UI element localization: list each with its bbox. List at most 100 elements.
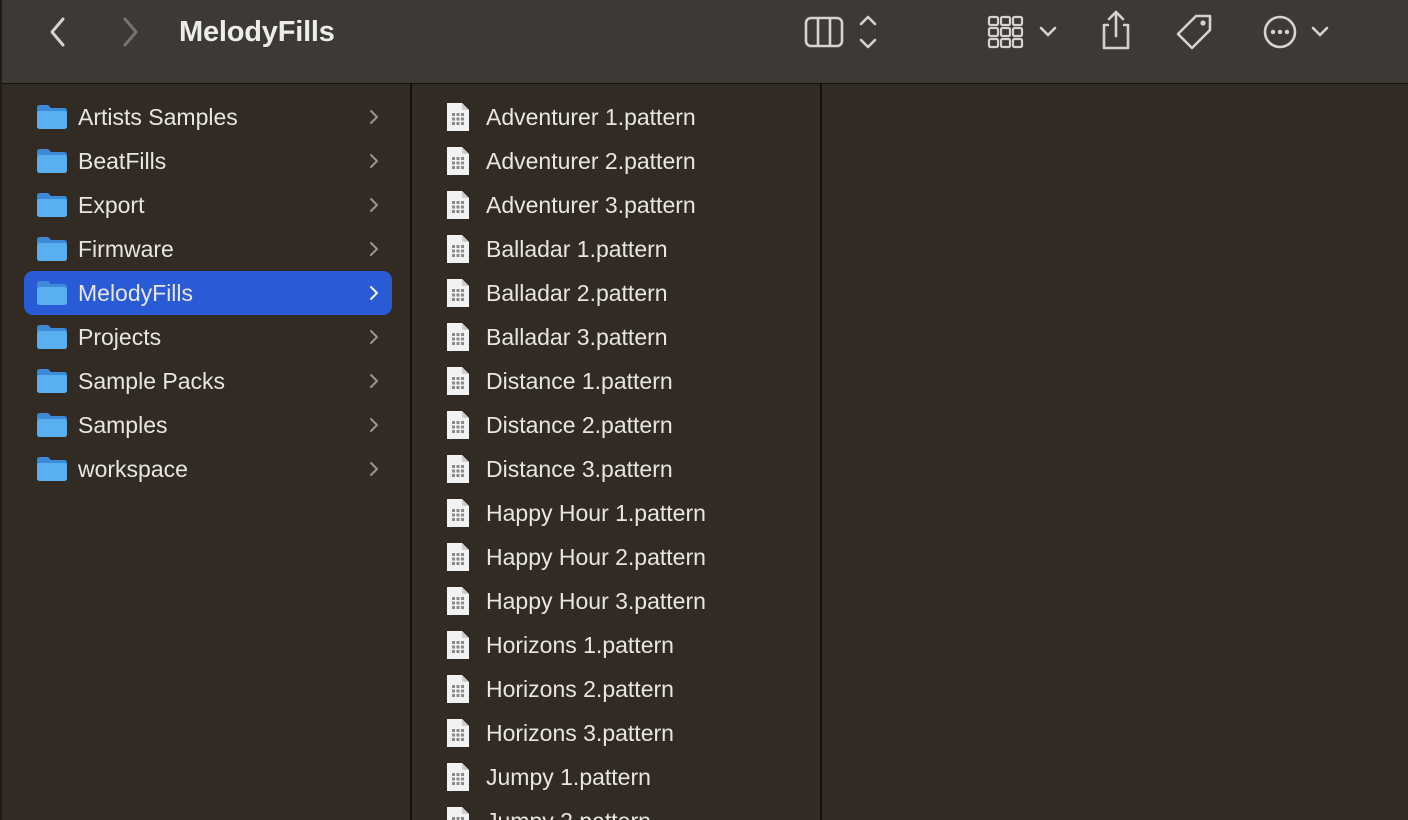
file-row[interactable]: Distance 2.pattern	[446, 403, 820, 447]
pattern-file-icon	[447, 323, 469, 351]
folder-row-beatfills[interactable]: BeatFills	[24, 139, 392, 183]
share-icon	[1102, 10, 1130, 50]
folder-label: Artists Samples	[78, 103, 238, 130]
finder-window: MelodyFills Artists Samples BeatFills Ex…	[0, 0, 1408, 820]
pattern-file-icon	[447, 807, 469, 820]
folder-row-export[interactable]: Export	[24, 183, 392, 227]
folder-icon	[37, 457, 67, 481]
folder-label: Export	[78, 191, 145, 218]
group-button[interactable]	[984, 12, 1060, 52]
back-button[interactable]	[42, 14, 74, 50]
file-label: Horizons 3.pattern	[486, 719, 674, 746]
share-button[interactable]	[1096, 8, 1136, 52]
file-label: Happy Hour 3.pattern	[486, 587, 706, 614]
column-view-icon	[804, 15, 877, 49]
chevron-right-icon	[370, 154, 378, 168]
chevron-right-icon	[370, 286, 378, 300]
file-row[interactable]: Happy Hour 2.pattern	[446, 535, 820, 579]
file-row[interactable]: Jumpy 2.pattern	[446, 799, 820, 820]
pattern-file-icon	[447, 587, 469, 615]
file-label: Jumpy 2.pattern	[486, 808, 820, 820]
folder-row-projects[interactable]: Projects	[24, 315, 392, 359]
pattern-file-icon	[447, 455, 469, 483]
grid-group-icon	[987, 15, 1057, 49]
folder-icon	[37, 281, 67, 305]
file-label: Happy Hour 1.pattern	[486, 499, 706, 526]
pattern-file-icon	[447, 631, 469, 659]
ellipsis-circle-icon	[1263, 15, 1329, 49]
folder-row-melodyfills[interactable]: MelodyFills	[24, 271, 392, 315]
toolbar: MelodyFills	[0, 0, 1408, 84]
tag-button[interactable]	[1174, 12, 1216, 52]
more-actions-button[interactable]	[1260, 12, 1334, 52]
chevron-right-icon	[370, 198, 378, 212]
file-label: Balladar 1.pattern	[486, 235, 668, 262]
folder-row-workspace[interactable]: workspace	[24, 447, 392, 491]
file-row[interactable]: Jumpy 1.pattern	[446, 755, 820, 799]
file-row[interactable]: Adventurer 3.pattern	[446, 183, 820, 227]
folder-label: Projects	[78, 323, 162, 350]
chevron-right-icon	[123, 17, 138, 47]
pattern-file-icon	[447, 279, 469, 307]
folder-icon	[37, 325, 67, 349]
file-row[interactable]: Balladar 3.pattern	[446, 315, 820, 359]
file-label: Horizons 2.pattern	[486, 675, 674, 702]
chevron-right-icon	[370, 462, 378, 476]
pattern-file-icon	[447, 499, 469, 527]
window-edge	[0, 0, 2, 84]
file-row[interactable]: Distance 1.pattern	[446, 359, 820, 403]
pattern-file-icon	[447, 675, 469, 703]
folder-row-artists-samples[interactable]: Artists Samples	[24, 95, 392, 139]
folder-icon	[37, 149, 67, 173]
pattern-file-icon	[447, 235, 469, 263]
folder-label: MelodyFills	[78, 279, 194, 306]
pattern-file-icon	[447, 367, 469, 395]
file-label: Horizons 1.pattern	[486, 631, 674, 658]
pattern-file-icon	[447, 191, 469, 219]
pattern-file-icon	[447, 103, 469, 131]
folders-column: Artists Samples BeatFills Export Firmwar…	[0, 84, 410, 820]
folder-icon	[37, 193, 67, 217]
file-label: Jumpy 1.pattern	[486, 763, 651, 790]
folder-label: Firmware	[78, 235, 174, 262]
folder-label: Sample Packs	[78, 367, 226, 394]
file-row[interactable]: Horizons 1.pattern	[446, 623, 820, 667]
file-row[interactable]: Balladar 2.pattern	[446, 271, 820, 315]
folder-label: Samples	[78, 411, 168, 438]
file-label: Distance 3.pattern	[486, 455, 673, 482]
tag-icon	[1176, 14, 1212, 50]
chevron-left-icon	[50, 17, 65, 47]
window-title: MelodyFills	[179, 16, 335, 48]
folder-icon	[37, 369, 67, 393]
file-row[interactable]: Happy Hour 1.pattern	[446, 491, 820, 535]
file-label: Distance 1.pattern	[486, 367, 673, 394]
view-mode-button[interactable]	[800, 12, 884, 52]
file-row[interactable]: Horizons 2.pattern	[446, 667, 820, 711]
file-label: Adventurer 1.pattern	[486, 103, 696, 130]
folder-row-firmware[interactable]: Firmware	[24, 227, 392, 271]
files-column: Adventurer 1.pattern Adventurer 2.patter…	[412, 84, 820, 820]
file-label: Balladar 2.pattern	[486, 279, 668, 306]
preview-column	[822, 84, 1408, 820]
file-row[interactable]: Balladar 1.pattern	[446, 227, 820, 271]
file-row[interactable]: Adventurer 1.pattern	[446, 95, 820, 139]
file-label: Balladar 3.pattern	[486, 323, 668, 350]
chevron-right-icon	[370, 374, 378, 388]
folder-row-samples[interactable]: Samples	[24, 403, 392, 447]
file-row[interactable]: Horizons 3.pattern	[446, 711, 820, 755]
folder-icon	[37, 237, 67, 261]
file-row[interactable]: Distance 3.pattern	[446, 447, 820, 491]
file-label: Adventurer 3.pattern	[486, 191, 696, 218]
file-row[interactable]: Happy Hour 3.pattern	[446, 579, 820, 623]
folder-row-sample-packs[interactable]: Sample Packs	[24, 359, 392, 403]
file-row[interactable]: Adventurer 2.pattern	[446, 139, 820, 183]
file-label: Distance 2.pattern	[486, 411, 673, 438]
folder-label: BeatFills	[78, 147, 167, 174]
pattern-file-icon	[447, 719, 469, 747]
file-label: Adventurer 2.pattern	[486, 147, 696, 174]
chevron-right-icon	[370, 418, 378, 432]
chevron-right-icon	[370, 110, 378, 124]
chevron-right-icon	[370, 330, 378, 344]
folder-icon	[37, 413, 67, 437]
forward-button[interactable]	[114, 14, 146, 50]
